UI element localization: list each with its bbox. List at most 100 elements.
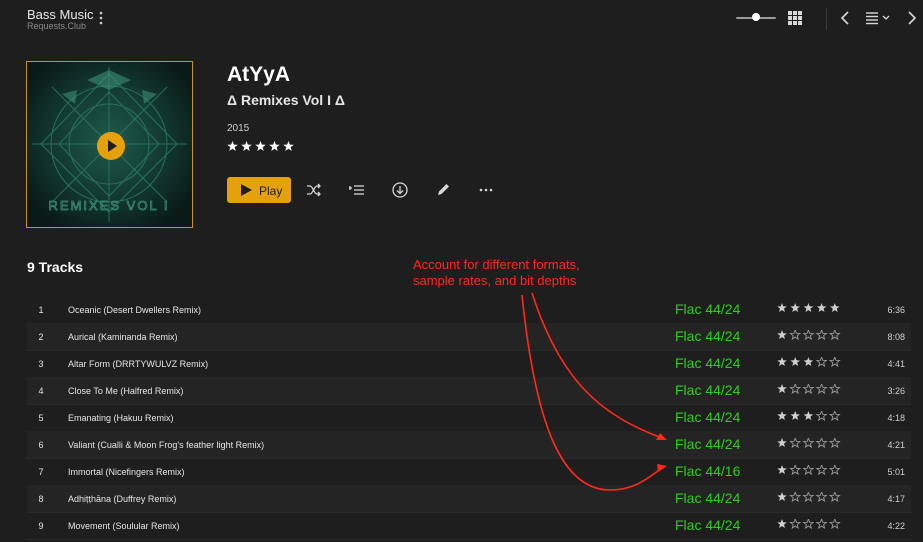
star-empty-icon[interactable] xyxy=(828,465,841,476)
track-row[interactable]: 7 Immortal (Nicefingers Remix) Flac 44/16 5… xyxy=(27,458,911,486)
add-to-queue-icon[interactable] xyxy=(349,182,365,198)
track-row[interactable]: 3 Altar Form (DRRTYWULVZ Remix) Flac 44/24… xyxy=(27,350,911,378)
star-empty-icon[interactable] xyxy=(815,384,828,395)
list-menu-icon[interactable] xyxy=(864,11,894,25)
star-empty-icon[interactable] xyxy=(802,519,815,530)
star-empty-icon[interactable] xyxy=(802,465,815,476)
track-rating[interactable] xyxy=(777,384,843,396)
track-title[interactable]: Close To Me (Halfred Remix) xyxy=(68,386,183,396)
star-empty-icon[interactable] xyxy=(815,411,828,422)
track-title[interactable]: Altar Form (DRRTYWULVZ Remix) xyxy=(68,359,208,369)
chevron-right-icon[interactable] xyxy=(905,10,919,26)
track-row[interactable]: 8 Adhiṭṭhāna (Duffrey Remix) Flac 44/24 4:1… xyxy=(27,485,911,513)
track-rating[interactable] xyxy=(777,330,843,342)
star-empty-icon[interactable] xyxy=(802,330,815,341)
more-horizontal-icon[interactable] xyxy=(478,182,494,198)
star-empty-icon[interactable] xyxy=(828,438,841,449)
artist-name[interactable]: AtYyA xyxy=(227,63,290,87)
star-filled-icon[interactable] xyxy=(777,492,787,502)
track-format: Flac 44/24 xyxy=(675,301,741,317)
edit-icon[interactable] xyxy=(435,182,451,198)
star-empty-icon[interactable] xyxy=(802,384,815,395)
library-title[interactable]: Bass Music xyxy=(27,7,93,22)
star-filled-icon[interactable] xyxy=(777,303,787,313)
star-empty-icon[interactable] xyxy=(828,411,841,422)
star-empty-icon[interactable] xyxy=(828,357,841,368)
download-icon[interactable] xyxy=(392,182,408,198)
star-filled-icon[interactable] xyxy=(777,438,787,448)
star-filled-icon[interactable] xyxy=(227,141,238,151)
track-title[interactable]: Movement (Soulular Remix) xyxy=(68,521,180,531)
slider-knob[interactable] xyxy=(752,13,760,21)
star-empty-icon[interactable] xyxy=(828,519,841,530)
track-row[interactable]: 6 Valiant (Cualli & Moon Frog's feather l… xyxy=(27,431,911,459)
track-rating[interactable] xyxy=(777,411,843,423)
track-row[interactable]: 9 Movement (Soulular Remix) Flac 44/24 4:22 xyxy=(27,512,911,540)
star-empty-icon[interactable] xyxy=(815,492,828,503)
star-filled-icon[interactable] xyxy=(241,141,252,151)
star-empty-icon[interactable] xyxy=(815,357,828,368)
star-filled-icon[interactable] xyxy=(283,141,294,151)
star-filled-icon[interactable] xyxy=(790,411,800,421)
track-title[interactable]: Emanating (Hakuu Remix) xyxy=(68,413,174,423)
star-empty-icon[interactable] xyxy=(828,384,841,395)
star-filled-icon[interactable] xyxy=(777,330,787,340)
track-rating[interactable] xyxy=(777,303,843,315)
track-rating[interactable] xyxy=(777,465,843,477)
star-empty-icon[interactable] xyxy=(789,465,802,476)
star-filled-icon[interactable] xyxy=(777,519,787,529)
shuffle-icon[interactable] xyxy=(306,182,322,198)
star-empty-icon[interactable] xyxy=(815,519,828,530)
track-rating[interactable] xyxy=(777,519,843,531)
star-empty-icon[interactable] xyxy=(789,330,802,341)
star-filled-icon[interactable] xyxy=(777,465,787,475)
star-empty-icon[interactable] xyxy=(789,438,802,449)
star-filled-icon[interactable] xyxy=(803,303,814,313)
album-rating[interactable] xyxy=(227,141,297,155)
star-filled-icon[interactable] xyxy=(790,357,800,367)
star-empty-icon[interactable] xyxy=(789,492,802,503)
star-filled-icon[interactable] xyxy=(790,303,800,313)
chevron-left-icon[interactable] xyxy=(838,10,852,26)
track-number: 8 xyxy=(38,494,44,504)
track-row[interactable]: 5 Emanating (Hakuu Remix) Flac 44/24 4:18 xyxy=(27,404,911,432)
track-format: Flac 44/16 xyxy=(675,463,741,479)
grid-view-icon[interactable] xyxy=(787,10,803,26)
play-button[interactable]: Play xyxy=(227,177,291,203)
star-filled-icon[interactable] xyxy=(830,303,840,313)
track-row[interactable]: 4 Close To Me (Halfred Remix) Flac 44/24 3:… xyxy=(27,377,911,405)
grid-size-slider[interactable] xyxy=(736,13,776,21)
track-title[interactable]: Oceanic (Desert Dwellers Remix) xyxy=(68,305,201,315)
track-row[interactable]: 2 Aurical (Kaminanda Remix) Flac 44/24 8:08 xyxy=(27,323,911,351)
star-empty-icon[interactable] xyxy=(789,519,802,530)
star-empty-icon[interactable] xyxy=(815,438,828,449)
play-circle-icon[interactable] xyxy=(97,132,125,160)
star-filled-icon[interactable] xyxy=(816,303,827,313)
star-filled-icon[interactable] xyxy=(803,357,814,367)
track-rating[interactable] xyxy=(777,357,843,369)
track-rating[interactable] xyxy=(777,492,843,504)
star-filled-icon[interactable] xyxy=(777,357,787,367)
star-empty-icon[interactable] xyxy=(789,384,802,395)
album-cover[interactable]: REMIXES VOL I xyxy=(26,61,193,228)
star-empty-icon[interactable] xyxy=(815,465,828,476)
track-title[interactable]: Adhiṭṭhāna (Duffrey Remix) xyxy=(68,494,176,504)
star-empty-icon[interactable] xyxy=(828,330,841,341)
track-row[interactable]: 1 Oceanic (Desert Dwellers Remix) Flac 44/… xyxy=(27,296,911,324)
star-filled-icon[interactable] xyxy=(777,384,787,394)
track-title[interactable]: Aurical (Kaminanda Remix) xyxy=(68,332,178,342)
track-duration: 4:41 xyxy=(887,359,905,369)
more-vertical-icon[interactable] xyxy=(96,10,106,26)
star-filled-icon[interactable] xyxy=(777,411,787,421)
star-empty-icon[interactable] xyxy=(815,330,828,341)
star-filled-icon[interactable] xyxy=(255,141,266,151)
star-empty-icon[interactable] xyxy=(802,492,815,503)
track-title[interactable]: Immortal (Nicefingers Remix) xyxy=(68,467,185,477)
track-title[interactable]: Valiant (Cualli & Moon Frog's feather li… xyxy=(68,440,264,450)
star-filled-icon[interactable] xyxy=(269,141,280,151)
track-rating[interactable] xyxy=(777,438,843,450)
track-number: 2 xyxy=(38,332,44,342)
star-empty-icon[interactable] xyxy=(828,492,841,503)
star-empty-icon[interactable] xyxy=(802,438,815,449)
star-filled-icon[interactable] xyxy=(803,411,814,421)
